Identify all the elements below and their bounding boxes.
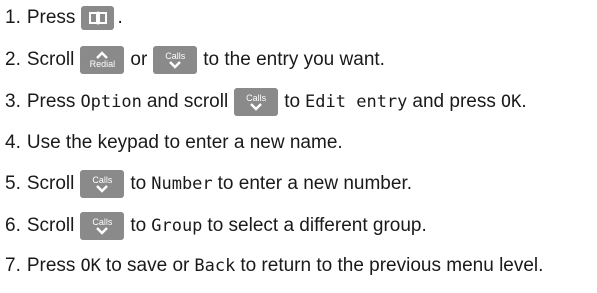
display-text-back: Back <box>194 256 236 276</box>
step-text: . <box>117 7 123 28</box>
step-number: 3. <box>5 91 21 112</box>
calls-label: Calls <box>92 217 113 227</box>
step-text: Press <box>26 255 76 276</box>
step-1: 1. Press . <box>5 6 123 30</box>
chevron-up-icon <box>96 51 109 59</box>
step-text: and scroll <box>146 91 229 112</box>
instruction-list: 1. Press . 2. Scroll Redial or Calls to … <box>0 0 597 293</box>
calls-down-key: Calls <box>153 46 198 74</box>
display-text-number: Number <box>151 174 213 194</box>
step-number: 5. <box>5 173 21 194</box>
step-6: 6. Scroll Calls to Group to select a dif… <box>5 212 427 240</box>
step-number: 7. <box>5 255 21 276</box>
redial-up-key: Redial <box>80 46 125 74</box>
step-text: to <box>130 215 147 236</box>
step-text: to <box>130 173 147 194</box>
step-text: Use the keypad to enter a new name. <box>26 132 343 153</box>
display-text-option: Option <box>80 92 142 112</box>
step-text: and press <box>412 91 496 112</box>
step-2: 2. Scroll Redial or Calls to the entry y… <box>5 46 385 74</box>
step-4: 4. Use the keypad to enter a new name. <box>5 131 343 155</box>
calls-label: Calls <box>246 93 267 103</box>
step-text: Scroll <box>26 49 75 70</box>
step-5: 5. Scroll Calls to Number to enter a new… <box>5 170 412 198</box>
step-text: Scroll <box>26 173 75 194</box>
step-3: 3. Press Option and scroll Calls to Edit… <box>5 88 527 116</box>
step-text: to save or <box>105 255 190 276</box>
chevron-down-icon <box>96 185 109 193</box>
step-text: or <box>130 49 148 70</box>
step-text: to select a different group. <box>207 215 427 236</box>
chevron-down-icon <box>250 103 263 111</box>
step-number: 4. <box>5 132 21 153</box>
phonebook-icon <box>88 11 107 25</box>
step-text: Press <box>26 7 76 28</box>
chevron-down-icon <box>169 61 182 69</box>
step-text: to enter a new number. <box>217 173 412 194</box>
calls-down-key: Calls <box>80 212 125 240</box>
display-text-edit-entry: Edit entry <box>305 92 408 112</box>
redial-label: Redial <box>89 59 116 69</box>
calls-label: Calls <box>92 175 113 185</box>
chevron-down-icon <box>96 227 109 235</box>
display-text-group: Group <box>151 216 203 236</box>
calls-down-key: Calls <box>234 88 279 116</box>
step-number: 6. <box>5 215 21 236</box>
step-number: 1. <box>5 7 21 28</box>
step-text: to the entry you want. <box>203 49 385 70</box>
step-text: . <box>521 91 527 112</box>
display-text-ok: OK <box>500 92 522 112</box>
step-text: to <box>284 91 301 112</box>
step-text: Scroll <box>26 215 75 236</box>
step-text: Press <box>26 91 76 112</box>
calls-down-key: Calls <box>80 170 125 198</box>
phonebook-key <box>81 6 115 30</box>
step-text: to return to the previous menu level. <box>240 255 544 276</box>
step-number: 2. <box>5 49 21 70</box>
display-text-ok: OK <box>80 256 101 276</box>
step-7: 7. Press OK to save or Back to return to… <box>5 254 543 278</box>
calls-label: Calls <box>165 51 186 61</box>
